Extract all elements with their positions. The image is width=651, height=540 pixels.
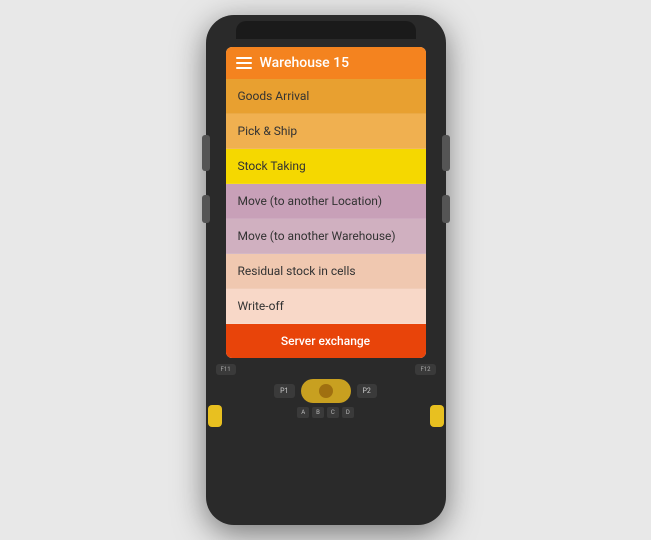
menu-item-move-location[interactable]: Move (to another Location) [226, 184, 426, 219]
app-screen: Warehouse 15 Goods ArrivalPick & ShipSto… [226, 47, 426, 358]
device-bottom-controls: F11 F12 P1 P2 A B C D [206, 358, 446, 525]
side-button-left-top[interactable] [202, 135, 210, 171]
menu-item-write-off[interactable]: Write-off [226, 289, 426, 324]
yellow-trigger-left[interactable] [208, 405, 222, 427]
side-button-right-bottom[interactable] [442, 195, 450, 223]
f12-key[interactable]: F12 [415, 364, 435, 375]
yellow-trigger-right[interactable] [430, 405, 444, 427]
f11-key[interactable]: F11 [216, 364, 236, 375]
handheld-device: Warehouse 15 Goods ArrivalPick & ShipSto… [206, 15, 446, 525]
menu-list: Goods ArrivalPick & ShipStock TakingMove… [226, 79, 426, 324]
side-button-left-bottom[interactable] [202, 195, 210, 223]
side-button-right-top[interactable] [442, 135, 450, 171]
key-c[interactable]: C [327, 407, 339, 418]
p2-key[interactable]: P2 [357, 384, 377, 398]
dpad[interactable] [301, 379, 351, 403]
hamburger-menu-icon[interactable] [236, 57, 252, 69]
menu-item-residual-stock[interactable]: Residual stock in cells [226, 254, 426, 289]
nav-cluster: P1 P2 [274, 379, 377, 403]
key-d[interactable]: D [342, 407, 354, 418]
p1-key[interactable]: P1 [274, 384, 294, 398]
alpha-key-row: A B C D [297, 407, 354, 418]
menu-item-goods-arrival[interactable]: Goods Arrival [226, 79, 426, 114]
app-title: Warehouse 15 [260, 55, 350, 71]
key-b[interactable]: B [312, 407, 324, 418]
menu-item-pick-ship[interactable]: Pick & Ship [226, 114, 426, 149]
dpad-center [319, 384, 333, 398]
device-top-bumper [236, 21, 416, 39]
function-key-row: F11 F12 [216, 364, 436, 375]
key-a[interactable]: A [297, 407, 309, 418]
server-exchange-button[interactable]: Server exchange [226, 324, 426, 358]
app-header: Warehouse 15 [226, 47, 426, 79]
screen-wrapper: Warehouse 15 Goods ArrivalPick & ShipSto… [226, 47, 426, 358]
menu-item-move-warehouse[interactable]: Move (to another Warehouse) [226, 219, 426, 254]
menu-item-stock-taking[interactable]: Stock Taking [226, 149, 426, 184]
